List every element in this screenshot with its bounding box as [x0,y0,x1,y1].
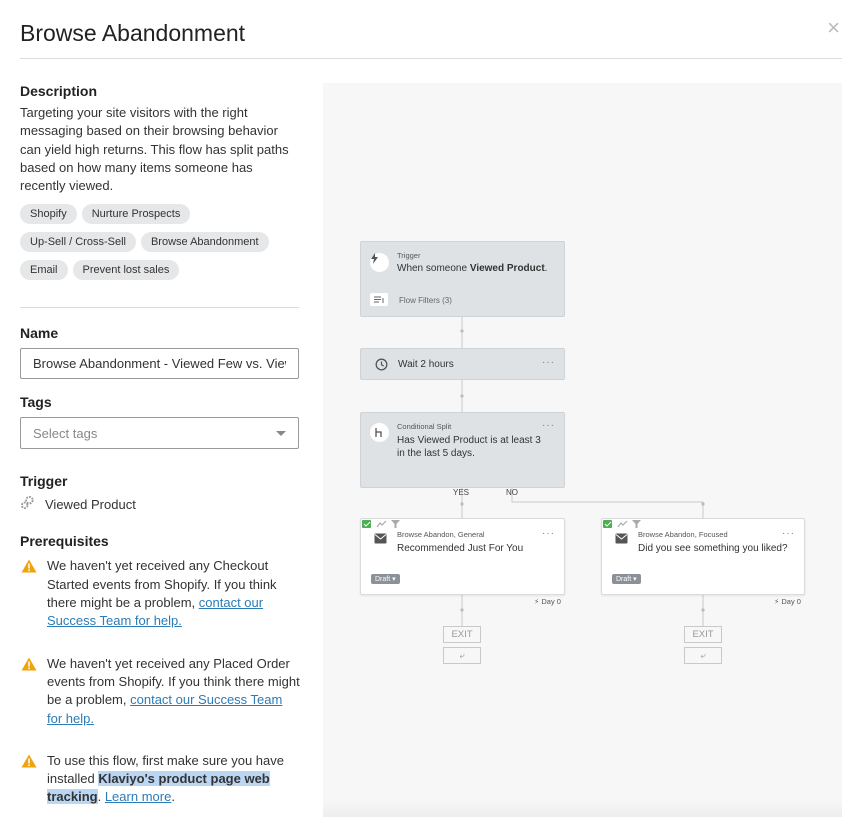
lightning-icon [370,253,389,272]
draft-status-badge[interactable]: Draft ▾ [612,574,641,584]
filter-list-icon [370,293,388,306]
draft-status-badge[interactable]: Draft ▾ [371,574,400,584]
clock-icon [375,358,388,371]
day-label: ⚡ Day 0 [774,597,801,606]
no-branch-label: NO [506,488,518,497]
name-label: Name [20,325,59,342]
day-label: ⚡ Day 0 [534,597,561,606]
return-arrow-icon: ⤶ [684,647,722,664]
split-node-label: Conditional Split [397,422,452,431]
email-status-icons [362,520,400,528]
more-icon[interactable]: ··· [542,420,555,431]
prerequisite-item: To use this flow, first make sure you ha… [20,752,300,807]
chip-prevent-lost-sales: Prevent lost sales [72,260,180,281]
trigger-row: Viewed Product [20,495,300,513]
email-node-label: Browse Abandon, Focused [638,530,728,539]
chip-upsell: Up-Sell / Cross-Sell [20,232,136,253]
return-arrow-icon: ⤶ [443,647,481,664]
prerequisite-end: . [171,789,175,805]
flow-split-node[interactable]: Conditional Split ··· Has Viewed Product… [360,412,565,488]
tags-placeholder: Select tags [33,425,98,441]
chip-list: Shopify Nurture Prospects Up-Sell / Cross… [20,204,300,288]
prerequisite-punct: . [97,789,102,805]
prerequisite-item: We haven't yet received any Placed Order… [20,655,300,728]
wait-node-text: Wait 2 hours [398,359,454,370]
flow-filters-label: Flow Filters (3) [399,296,452,305]
split-icon [370,423,389,442]
flow-preview: Trigger When someone Viewed Product. Flo… [323,83,842,817]
warning-icon [21,657,37,671]
section-divider [20,307,299,309]
exit-marker: EXIT [443,626,481,643]
details-panel: Description Targeting your site visitors… [20,83,300,807]
exit-marker: EXIT [684,626,722,643]
flow-email-node-focused[interactable]: Browse Abandon, Focused ··· Did you see … [601,518,805,595]
email-node-subject: Recommended Just For You [397,543,524,554]
more-icon[interactable]: ··· [782,528,795,539]
envelope-icon [374,533,387,544]
chip-browse-abandonment: Browse Abandonment [140,232,269,253]
chevron-down-icon [276,430,286,436]
flow-email-node-general[interactable]: Browse Abandon, General ··· Recommended … [360,518,565,595]
description-text: Targeting your site visitors with the ri… [20,105,289,194]
prerequisites-heading: Prerequisites [20,533,109,550]
prerequisite-item: We haven't yet received any Checkout Sta… [20,557,300,630]
description-heading: Description [20,83,98,99]
split-node-text: Has Viewed Product is at least 3 in the … [397,435,541,459]
learn-more-link[interactable]: Learn more [105,789,171,804]
chip-email: Email [20,260,68,281]
trigger-node-label: Trigger [397,251,421,260]
more-icon[interactable]: ··· [542,357,555,368]
email-node-subject: Did you see something you liked? [638,543,788,554]
yes-branch-label: YES [453,488,470,497]
envelope-icon [615,533,628,544]
trigger-node-text: When someone Viewed Product. [397,263,548,274]
name-input[interactable] [20,348,299,380]
canvas-fade [323,799,842,817]
warning-icon [21,754,37,768]
tags-select[interactable]: Select tags [20,417,299,450]
close-button[interactable]: × [827,17,840,39]
flow-wait-node[interactable]: Wait 2 hours ··· [360,348,565,380]
email-status-icons [603,520,641,528]
trigger-value: Viewed Product [45,496,136,512]
tags-label: Tags [20,394,52,411]
more-icon[interactable]: ··· [542,528,555,539]
trigger-heading: Trigger [20,473,68,490]
email-node-label: Browse Abandon, General [397,530,485,539]
modal-title: Browse Abandonment [20,20,246,46]
flow-trigger-node[interactable]: Trigger When someone Viewed Product. Flo… [360,241,565,317]
gears-icon [20,495,38,513]
chip-nurture-prospects: Nurture Prospects [81,204,191,225]
chip-shopify: Shopify [20,204,77,225]
header-divider [20,58,842,59]
warning-icon [21,559,37,573]
